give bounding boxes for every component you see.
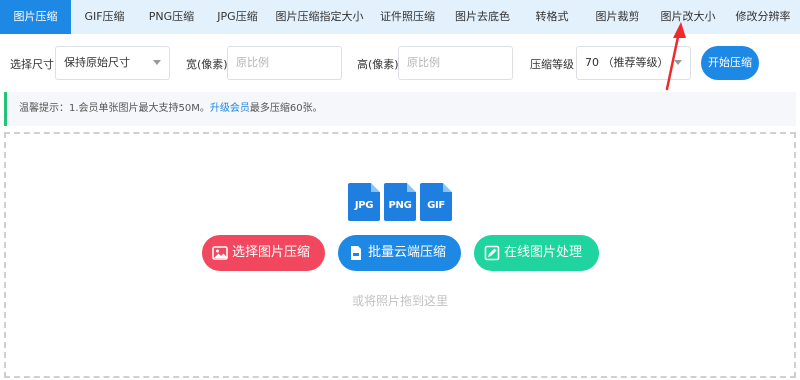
select-image-compress-label: 选择图片压缩: [232, 245, 311, 260]
start-compress-button[interactable]: 开始压缩: [701, 46, 759, 80]
width-input-placeholder: 原比例: [236, 56, 269, 69]
width-label: 宽(像素): [186, 58, 228, 71]
size-label: 选择尺寸: [10, 58, 54, 71]
jpg-format-label: JPG: [354, 200, 374, 211]
png-format-label: PNG: [388, 200, 412, 211]
gif-file-icon: GIF: [420, 183, 452, 221]
gif-format-label: GIF: [427, 200, 445, 211]
edit-image-icon: [484, 245, 500, 261]
upgrade-member-link[interactable]: 升级会员: [210, 103, 250, 114]
tab-compress-to-size[interactable]: 图片压缩指定大小: [270, 0, 369, 34]
select-image-compress-button[interactable]: 选择图片压缩: [202, 235, 325, 271]
image-icon: [212, 246, 228, 260]
tab-png-compress[interactable]: PNG压缩: [138, 0, 205, 34]
height-input[interactable]: 原比例: [398, 46, 513, 80]
tool-tab-bar: 图片压缩 GIF压缩 PNG压缩 JPG压缩 图片压缩指定大小 证件照压缩 图片…: [0, 0, 800, 34]
tab-image-crop[interactable]: 图片裁剪: [585, 0, 650, 34]
size-select-value: 保持原始尺寸: [64, 56, 130, 69]
tab-id-photo-compress[interactable]: 证件照压缩: [369, 0, 446, 34]
tab-gif-compress[interactable]: GIF压缩: [71, 0, 138, 34]
online-image-process-button[interactable]: 在线图片处理: [474, 235, 599, 271]
zip-file-icon: [351, 246, 361, 260]
batch-cloud-compress-button[interactable]: 批量云端压缩: [338, 235, 461, 271]
tip-notice: 温馨提示：1.会员单张图片最大支持50M。升级会员最多压缩60张。: [4, 92, 796, 126]
level-select[interactable]: 70 （推荐等级）: [576, 46, 691, 80]
jpg-file-icon: JPG: [348, 183, 380, 221]
notice-text: 温馨提示：1.会员单张图片最大支持50M。: [19, 103, 210, 114]
level-label: 压缩等级: [530, 58, 574, 71]
drop-hint-text: 或将照片拖到这里: [351, 294, 448, 308]
online-image-process-label: 在线图片处理: [504, 245, 583, 260]
tab-convert-format[interactable]: 转格式: [519, 0, 585, 34]
height-label: 高(像素): [357, 58, 399, 71]
png-file-icon: PNG: [384, 183, 416, 221]
tab-resize-image[interactable]: 图片改大小: [650, 0, 726, 34]
size-select[interactable]: 保持原始尺寸: [55, 46, 170, 80]
tab-image-compress[interactable]: 图片压缩: [0, 0, 71, 34]
tab-remove-background[interactable]: 图片去底色: [446, 0, 519, 34]
width-input[interactable]: 原比例: [227, 46, 342, 80]
tab-jpg-compress[interactable]: JPG压缩: [205, 0, 270, 34]
chevron-down-icon: [153, 60, 161, 65]
batch-cloud-compress-label: 批量云端压缩: [368, 245, 447, 260]
compress-settings: 选择尺寸 保持原始尺寸 宽(像素) 原比例 高(像素) 原比例 压缩等级 70 …: [0, 34, 800, 90]
tab-change-resolution[interactable]: 修改分辨率: [726, 0, 800, 34]
height-input-placeholder: 原比例: [407, 56, 440, 69]
notice-suffix: 最多压缩60张。: [249, 103, 323, 114]
chevron-down-icon: [674, 60, 682, 65]
level-select-value: 70 （推荐等级）: [585, 56, 669, 69]
